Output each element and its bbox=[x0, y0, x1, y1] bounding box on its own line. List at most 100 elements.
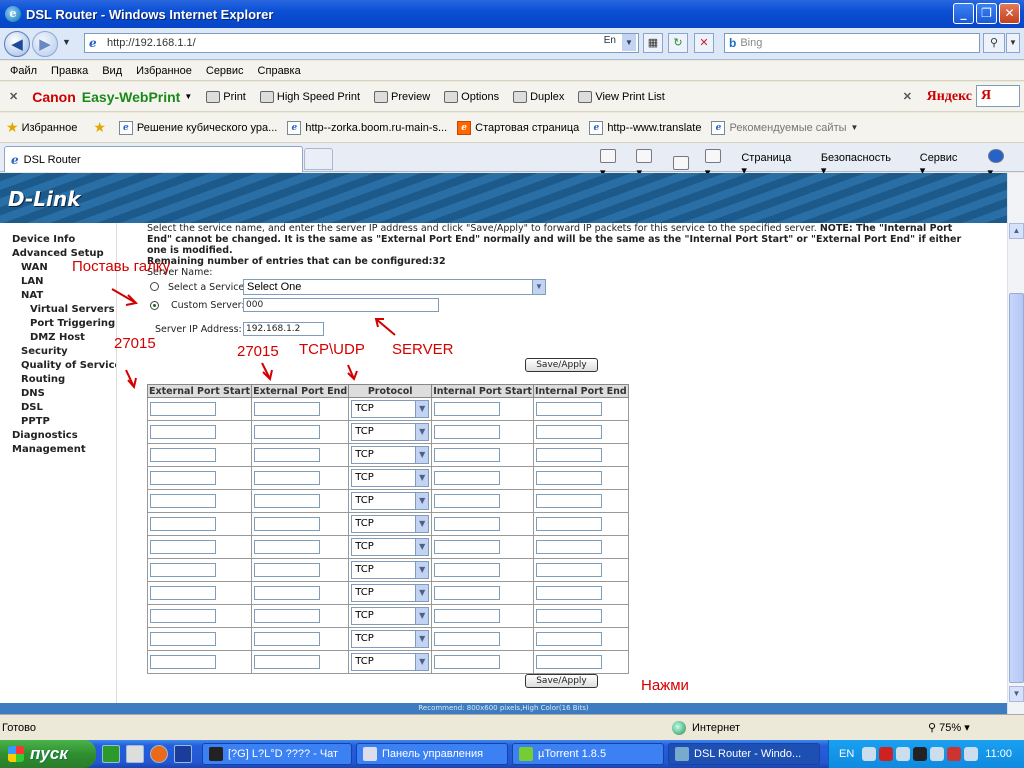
external-port-end-input[interactable] bbox=[254, 517, 321, 531]
maximize-button[interactable]: ❐ bbox=[976, 3, 997, 24]
nav-lan[interactable]: LAN bbox=[21, 275, 43, 289]
internal-port-start-input[interactable] bbox=[434, 517, 501, 531]
save-apply-button-bottom[interactable]: Save/Apply bbox=[525, 674, 598, 688]
high-speed-print-button[interactable]: High Speed Print bbox=[259, 90, 360, 103]
internal-port-start-input[interactable] bbox=[434, 586, 501, 600]
internal-port-end-input[interactable] bbox=[535, 494, 602, 508]
protocol-select[interactable]: TCP ▼ bbox=[351, 538, 430, 556]
quicklaunch-icon-2[interactable] bbox=[126, 745, 144, 763]
tray-icon-2[interactable] bbox=[879, 747, 894, 761]
protocol-select[interactable]: TCP ▼ bbox=[351, 400, 430, 418]
external-port-start-input[interactable] bbox=[150, 563, 216, 577]
external-port-end-input[interactable] bbox=[254, 563, 321, 577]
protocol-select[interactable]: TCP ▼ bbox=[351, 423, 430, 441]
preview-button[interactable]: Preview bbox=[374, 90, 430, 103]
external-port-end-input[interactable] bbox=[254, 609, 321, 623]
quicklaunch-icon-1[interactable] bbox=[102, 745, 120, 763]
minimize-button[interactable]: _ bbox=[953, 3, 974, 24]
internal-port-start-input[interactable] bbox=[434, 655, 501, 669]
stop-icon[interactable]: ✕ bbox=[694, 33, 714, 53]
tray-icon-5[interactable] bbox=[930, 747, 945, 761]
protocol-select[interactable]: TCP ▼ bbox=[351, 492, 430, 510]
internal-port-end-input[interactable] bbox=[535, 448, 602, 462]
protocol-select[interactable]: TCP ▼ bbox=[351, 446, 430, 464]
external-port-end-input[interactable] bbox=[254, 448, 321, 462]
nav-wan[interactable]: WAN bbox=[21, 261, 48, 275]
internal-port-start-input[interactable] bbox=[434, 448, 501, 462]
protocol-select[interactable]: TCP ▼ bbox=[351, 515, 430, 533]
internal-port-end-input[interactable] bbox=[535, 402, 602, 416]
scroll-up-button[interactable]: ▲ bbox=[1009, 223, 1024, 239]
menu-tools[interactable]: Сервис bbox=[199, 65, 251, 77]
language-badge[interactable]: En bbox=[604, 35, 616, 46]
internal-port-start-input[interactable] bbox=[434, 425, 501, 439]
compat-view-icon[interactable]: ▦ bbox=[643, 33, 663, 53]
options-button[interactable]: Options bbox=[444, 90, 499, 103]
favorite-link-2[interactable]: e http--zorka.boom.ru-main-s... bbox=[287, 120, 447, 135]
refresh-icon[interactable]: ↻ bbox=[668, 33, 688, 53]
quicklaunch-icon-4[interactable] bbox=[174, 745, 192, 763]
nav-device-info[interactable]: Device Info bbox=[12, 233, 75, 247]
firefox-icon[interactable] bbox=[150, 745, 168, 763]
task-dsl-router[interactable]: DSL Router - Windo... bbox=[668, 743, 820, 765]
nav-dsl[interactable]: DSL bbox=[21, 401, 43, 415]
server-ip-input[interactable]: 192.168.1.2 bbox=[243, 322, 324, 336]
external-port-end-input[interactable] bbox=[254, 494, 321, 508]
external-port-start-input[interactable] bbox=[150, 540, 216, 554]
tray-icon-3[interactable] bbox=[896, 747, 911, 761]
external-port-start-input[interactable] bbox=[150, 609, 216, 623]
nav-security[interactable]: Security bbox=[21, 345, 68, 359]
favorites-button[interactable]: ★ Избранное bbox=[6, 119, 77, 136]
menu-file[interactable]: Файл bbox=[0, 65, 44, 77]
add-favorite-icon[interactable]: ★ bbox=[93, 119, 109, 136]
external-port-end-input[interactable] bbox=[254, 632, 321, 646]
address-bar[interactable]: e http://192.168.1.1/ En ▼ bbox=[84, 33, 639, 53]
nav-dmz-host[interactable]: DMZ Host bbox=[30, 331, 85, 345]
page-scrollbar[interactable]: ▲ ▼ bbox=[1007, 173, 1024, 714]
external-port-start-input[interactable] bbox=[150, 494, 216, 508]
new-tab-button[interactable] bbox=[304, 148, 333, 170]
menu-edit[interactable]: Правка bbox=[44, 65, 95, 77]
internal-port-end-input[interactable] bbox=[535, 586, 602, 600]
external-port-start-input[interactable] bbox=[150, 586, 216, 600]
language-indicator[interactable]: EN bbox=[839, 748, 854, 760]
nav-pptp[interactable]: PPTP bbox=[21, 415, 50, 429]
custom-server-radio[interactable] bbox=[150, 301, 159, 310]
protocol-select[interactable]: TCP ▼ bbox=[351, 607, 430, 625]
close-toolbar-icon[interactable]: ✕ bbox=[9, 90, 18, 103]
task-chat[interactable]: [?G] L?L°D ???? - Чат bbox=[202, 743, 352, 765]
start-button[interactable]: пуск bbox=[0, 740, 96, 768]
favorite-link-5[interactable]: e Рекомендуемые сайты ▼ bbox=[711, 120, 858, 135]
external-port-start-input[interactable] bbox=[150, 632, 216, 646]
nav-dns[interactable]: DNS bbox=[21, 387, 45, 401]
search-options-icon[interactable]: ▼ bbox=[1006, 33, 1020, 53]
internal-port-start-input[interactable] bbox=[434, 563, 501, 577]
internal-port-end-input[interactable] bbox=[535, 425, 602, 439]
nav-quality-of-service[interactable]: Quality of Service bbox=[21, 359, 121, 373]
menu-help[interactable]: Справка bbox=[251, 65, 308, 77]
service-select[interactable]: Select One ▼ bbox=[243, 279, 546, 295]
internal-port-start-input[interactable] bbox=[434, 494, 501, 508]
favorite-link-3[interactable]: e Стартовая страница bbox=[457, 120, 579, 135]
external-port-start-input[interactable] bbox=[150, 517, 216, 531]
back-button[interactable]: ◀ bbox=[4, 31, 30, 57]
external-port-start-input[interactable] bbox=[150, 471, 216, 485]
internal-port-end-input[interactable] bbox=[535, 609, 602, 623]
duplex-button[interactable]: Duplex bbox=[513, 90, 564, 103]
external-port-start-input[interactable] bbox=[150, 425, 216, 439]
address-dropdown-icon[interactable]: ▼ bbox=[622, 34, 636, 51]
tray-icon-4[interactable] bbox=[913, 747, 928, 761]
history-dropdown-icon[interactable]: ▼ bbox=[62, 37, 71, 47]
search-input[interactable]: b Bing bbox=[724, 33, 980, 53]
external-port-end-input[interactable] bbox=[254, 471, 321, 485]
tab-dsl-router[interactable]: e DSL Router bbox=[4, 146, 303, 172]
close-yandex-icon[interactable]: ✕ bbox=[903, 90, 912, 103]
external-port-end-input[interactable] bbox=[254, 402, 321, 416]
tray-icon-6[interactable] bbox=[947, 747, 962, 761]
internal-port-start-input[interactable] bbox=[434, 540, 501, 554]
internal-port-end-input[interactable] bbox=[535, 655, 602, 669]
internal-port-end-input[interactable] bbox=[535, 540, 602, 554]
internal-port-end-input[interactable] bbox=[535, 563, 602, 577]
nav-nat[interactable]: NAT bbox=[21, 289, 43, 303]
protocol-select[interactable]: TCP ▼ bbox=[351, 469, 430, 487]
